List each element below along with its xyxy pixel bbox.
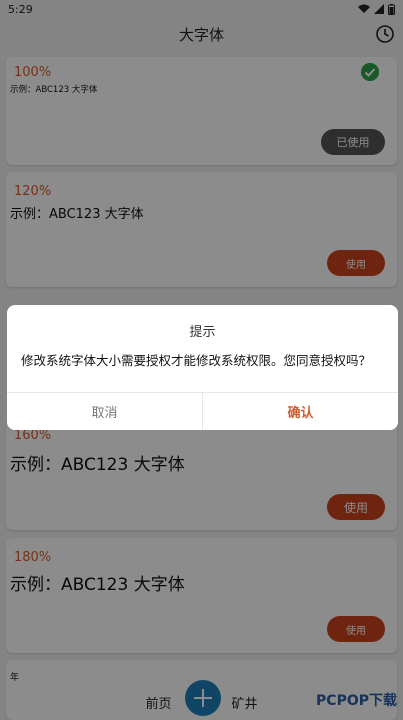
dialog-actions: 取消 确认: [7, 392, 398, 430]
permission-dialog: 提示 修改系统字体大小需要授权才能修改系统权限。您同意授权吗？ 取消 确认: [7, 305, 398, 430]
confirm-button[interactable]: 确认: [203, 393, 398, 430]
dialog-message: 修改系统字体大小需要授权才能修改系统权限。您同意授权吗？: [21, 353, 372, 368]
dialog-title: 提示: [189, 325, 216, 340]
cancel-button[interactable]: 取消: [7, 393, 203, 430]
